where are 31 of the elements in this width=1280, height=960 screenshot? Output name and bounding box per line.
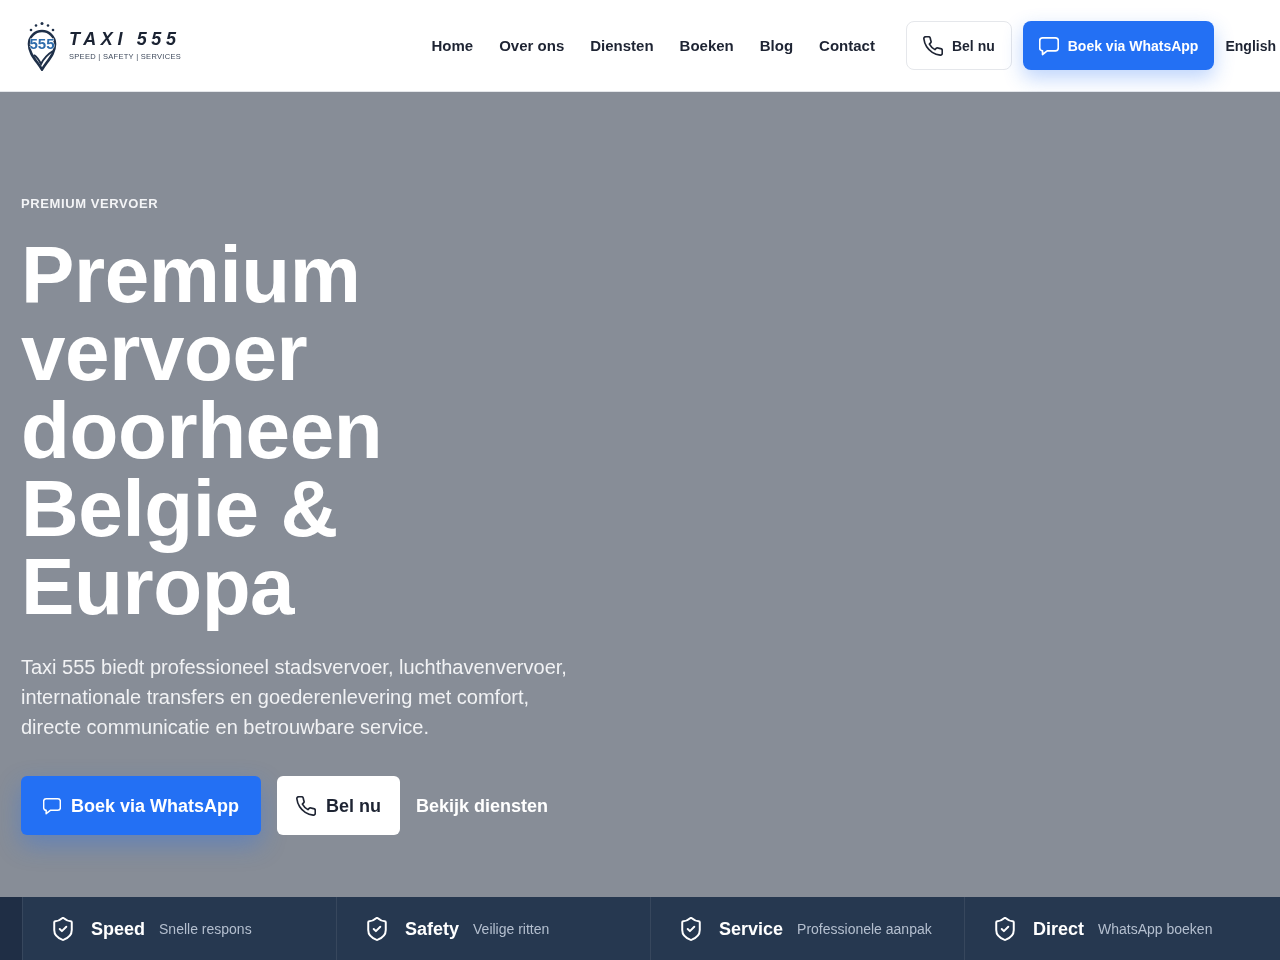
feature-title: Direct — [1033, 919, 1085, 938]
hero-title: Premium vervoer doorheen Belgie & Europa — [21, 236, 384, 633]
shield-check-icon — [995, 916, 1015, 941]
nav-link[interactable]: Home — [431, 38, 474, 53]
call-button[interactable]: Bel nu — [905, 21, 1012, 70]
nav-link[interactable]: Contact — [819, 38, 875, 53]
feature-subtitle: Snelle respons — [159, 921, 252, 936]
call-button[interactable]: Bel nu — [277, 776, 401, 835]
phone-icon — [296, 795, 317, 816]
nav-link[interactable]: Diensten — [590, 38, 654, 53]
phone-icon — [922, 35, 943, 56]
nav-link[interactable]: Boeken — [679, 38, 734, 53]
hero-description: Taxi 555 biedt professioneel stadsvervoer, luchthavenvervoer, internationale transfers en goederenlevering met comfort, directe communicatie en betrouwbare service. — [21, 655, 568, 740]
whatsapp-button[interactable]: Boek via WhatsApp — [21, 776, 262, 835]
logo-title: TAXI 555 — [69, 30, 181, 49]
shield-check-icon — [53, 916, 73, 941]
feature-subtitle: WhatsApp boeken — [1098, 921, 1213, 936]
feature-subtitle: Veilige ritten — [473, 921, 550, 936]
nav-link[interactable]: Blog — [759, 38, 794, 53]
feature-subtitle: Professionele aanpak — [797, 921, 932, 936]
feature-title: Service — [719, 919, 784, 938]
feature-title: Safety — [405, 919, 460, 938]
speech-bubble-icon — [43, 796, 61, 815]
nav-link[interactable]: Over ons — [499, 38, 565, 53]
shield-check-icon — [367, 916, 387, 941]
language-link[interactable]: English — [1225, 38, 1276, 53]
feature-title: Speed — [91, 919, 146, 938]
shield-check-icon — [681, 916, 701, 941]
speech-bubble-icon — [1038, 35, 1059, 56]
hero-eyebrow: PREMIUM VERVOER — [21, 196, 159, 212]
whatsapp-button[interactable]: Boek via WhatsApp — [1022, 21, 1215, 70]
